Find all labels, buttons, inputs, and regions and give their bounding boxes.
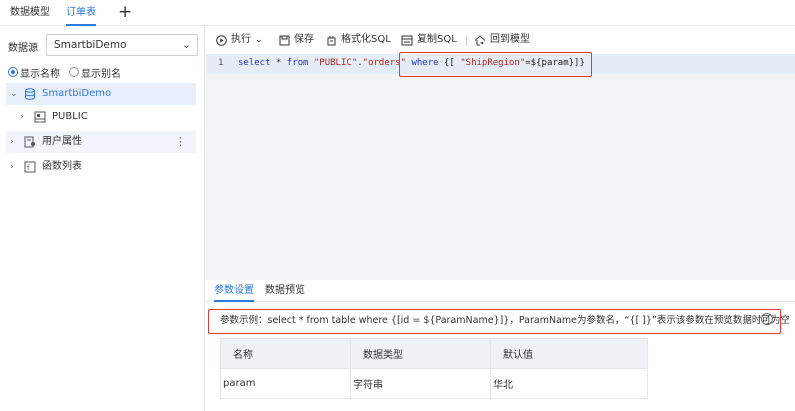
param-type-cell[interactable]: 字符串 bbox=[350, 368, 491, 399]
tab-orders[interactable]: 订单表 bbox=[66, 0, 96, 26]
sql-schema-name: "PUBLIC" bbox=[308, 58, 358, 68]
copy-icon bbox=[401, 35, 413, 45]
chevron-right-icon[interactable]: › bbox=[10, 131, 14, 153]
tree-item-user-attributes[interactable]: › 用户属性 ⋮ bbox=[6, 131, 196, 153]
param-name-cell[interactable]: param bbox=[220, 368, 351, 399]
format-sql-label: 格式化SQL bbox=[341, 34, 391, 45]
svg-text:f: f bbox=[27, 164, 30, 172]
table-row: param 字符串 华北 bbox=[220, 368, 648, 399]
param-default-cell[interactable]: 华北 bbox=[490, 368, 648, 399]
chevron-down-icon: ⌄ bbox=[255, 35, 263, 45]
left-panel: 数据源 SmartbiDemo ⌄ 显示名称 显示别名 ⌄ SmartbiDem… bbox=[0, 26, 205, 411]
tree-item-smartbidemo[interactable]: ⌄ SmartbiDemo bbox=[6, 83, 196, 105]
datasource-selected-value: SmartbiDemo bbox=[54, 39, 127, 51]
tree-item-label: 用户属性 bbox=[42, 136, 82, 147]
execute-label: 执行 bbox=[231, 34, 251, 45]
sql-editor[interactable]: 1 select * from "PUBLIC"."orders" where … bbox=[206, 54, 795, 280]
radio-show-name[interactable] bbox=[8, 67, 18, 77]
display-mode-group: 显示名称 显示别名 bbox=[8, 65, 130, 80]
column-header-type: 数据类型 bbox=[350, 338, 491, 369]
play-icon bbox=[216, 34, 227, 46]
schema-icon bbox=[34, 111, 46, 123]
sql-keyword-from: from bbox=[286, 58, 309, 68]
more-vertical-icon[interactable]: ⋮ bbox=[175, 131, 186, 153]
sql-star: * bbox=[270, 58, 287, 68]
column-header-default: 默认值 bbox=[490, 338, 648, 369]
back-to-model-button[interactable]: 回到模型 bbox=[474, 33, 530, 47]
table-header-row: 名称 数据类型 默认值 bbox=[220, 338, 648, 369]
save-label: 保存 bbox=[294, 34, 314, 45]
add-tab-button[interactable]: + bbox=[118, 3, 132, 21]
tree-item-label: SmartbiDemo bbox=[42, 88, 112, 99]
sql-condition-highlight-box bbox=[399, 52, 592, 77]
tree-item-function-list[interactable]: › f 函数列表 bbox=[6, 156, 196, 178]
toolbar-divider bbox=[466, 35, 467, 46]
copy-sql-label: 复制SQL bbox=[417, 34, 457, 45]
tab-data-preview[interactable]: 数据预览 bbox=[265, 280, 305, 302]
sql-toolbar: 执行 ⌄ 保存 格式化SQL 复制SQL 回到模型 bbox=[206, 26, 795, 54]
param-table: 名称 数据类型 默认值 param 字符串 华北 bbox=[220, 338, 648, 399]
column-header-name: 名称 bbox=[220, 338, 351, 369]
chevron-right-icon[interactable]: › bbox=[10, 156, 14, 178]
tab-param-settings[interactable]: 参数设置 bbox=[214, 280, 254, 302]
param-hint-text: 参数示例：select * from table where {[id = ${… bbox=[208, 309, 790, 334]
back-home-icon bbox=[474, 34, 486, 45]
radio-show-alias[interactable] bbox=[69, 67, 79, 77]
back-to-model-label: 回到模型 bbox=[490, 34, 530, 45]
top-tab-bar: 数据模型 订单表 + bbox=[0, 0, 795, 26]
user-attribute-icon bbox=[24, 136, 35, 148]
copy-sql-button[interactable]: 复制SQL bbox=[401, 33, 457, 47]
chevron-down-icon[interactable]: ⌄ bbox=[10, 83, 18, 105]
format-icon bbox=[327, 35, 336, 45]
execute-button[interactable]: 执行 ⌄ bbox=[216, 33, 263, 47]
line-number: 1 bbox=[218, 58, 224, 68]
chevron-right-icon[interactable]: › bbox=[20, 106, 24, 128]
help-icon[interactable]: ? bbox=[761, 313, 773, 325]
save-icon bbox=[279, 35, 290, 45]
bottom-tab-bar: 参数设置 数据预览 bbox=[206, 280, 795, 302]
sql-keyword-select: select bbox=[238, 58, 271, 68]
format-sql-button[interactable]: 格式化SQL bbox=[326, 33, 391, 47]
radio-show-alias-label: 显示别名 bbox=[81, 68, 121, 80]
radio-show-name-label: 显示名称 bbox=[20, 68, 60, 80]
chevron-down-icon: ⌄ bbox=[181, 38, 191, 51]
tree-item-label: 函数列表 bbox=[42, 161, 82, 172]
function-icon: f bbox=[24, 161, 36, 173]
tab-data-model[interactable]: 数据模型 bbox=[10, 0, 50, 26]
tree-item-label: PUBLIC bbox=[52, 111, 88, 122]
datasource-select[interactable]: SmartbiDemo ⌄ bbox=[46, 34, 198, 56]
tree-item-public[interactable]: › PUBLIC bbox=[16, 106, 196, 128]
save-button[interactable]: 保存 bbox=[279, 33, 314, 47]
datasource-label: 数据源 bbox=[8, 43, 38, 54]
database-icon bbox=[25, 88, 35, 100]
